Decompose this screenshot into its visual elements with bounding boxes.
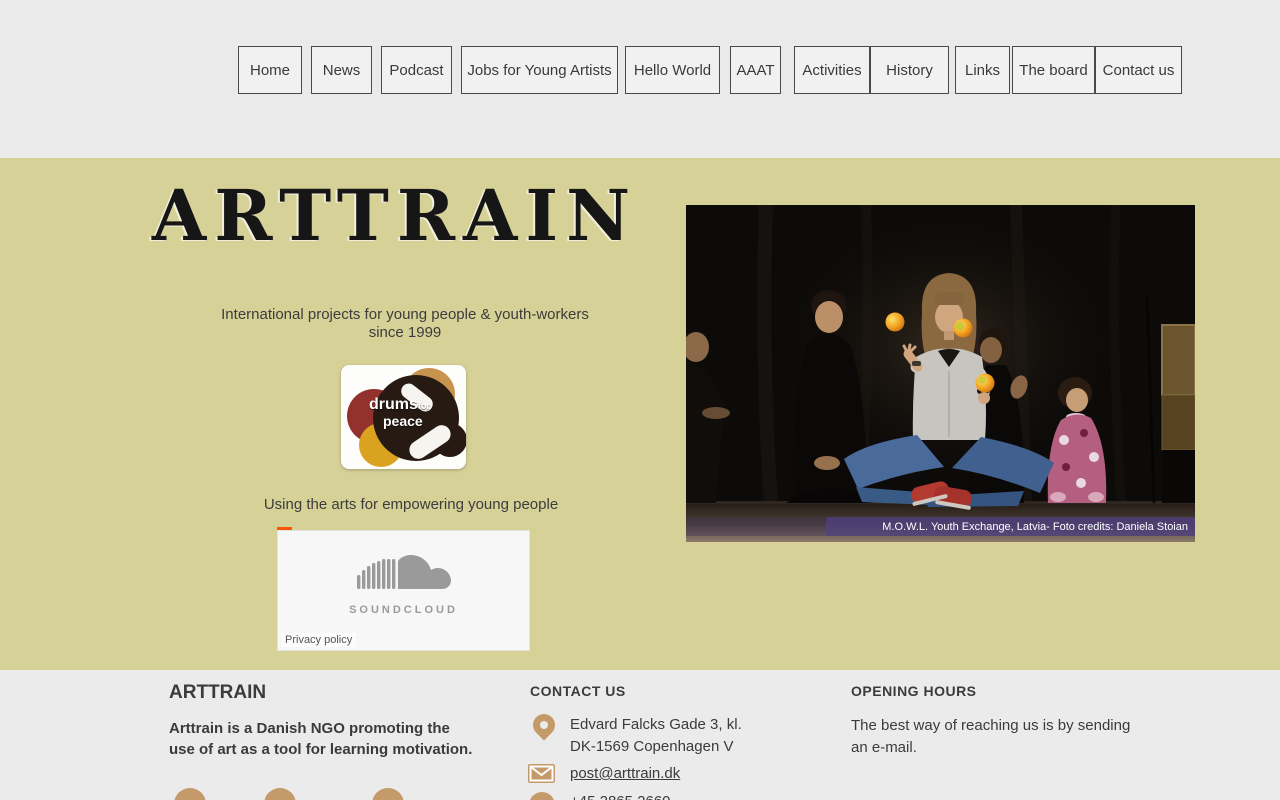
- social-icon[interactable]: [174, 788, 206, 800]
- hours-line2: an e-mail.: [851, 738, 917, 756]
- privacy-policy-link[interactable]: Privacy policy: [281, 633, 357, 647]
- juggler-photo-illustration: M.O.W.L. Youth Exchange, Latvia- Foto cr…: [686, 205, 1195, 542]
- nav-item-the-board[interactable]: The board: [1012, 46, 1095, 94]
- soundcloud-logo-block: SOUNDCLOUD: [278, 549, 529, 616]
- nav-item-news[interactable]: News: [311, 46, 372, 94]
- nav-item-podcast[interactable]: Podcast: [381, 46, 452, 94]
- address-line1: Edvard Falcks Gade 3, kl.: [570, 716, 742, 733]
- map-pin-icon: [528, 709, 560, 741]
- email-link[interactable]: post@arttrain.dk: [570, 763, 680, 785]
- tagline: International projects for young people …: [140, 306, 670, 341]
- nav-item-jobs-for-young-artists[interactable]: Jobs for Young Artists: [461, 46, 618, 94]
- drums-for-peace-logo: drumsfor peace: [341, 365, 466, 469]
- photo-caption: M.O.W.L. Youth Exchange, Latvia- Foto cr…: [882, 521, 1188, 533]
- nav-item-home[interactable]: Home: [238, 46, 302, 94]
- footer-brand-description: Arttrain is a Danish NGO promoting the u…: [169, 718, 472, 760]
- soundcloud-widget[interactable]: SOUNDCLOUD Privacy policy: [277, 530, 530, 651]
- main-navigation: Home News Podcast Jobs for Young Artists…: [238, 46, 1182, 94]
- peace-word: peace: [383, 413, 423, 429]
- soundcloud-brand-text: SOUNDCLOUD: [349, 604, 458, 616]
- phone-icon: [529, 792, 555, 800]
- for-word: for: [417, 401, 430, 411]
- drums-word: drums: [369, 396, 418, 413]
- soundcloud-cloud-icon: [356, 555, 451, 589]
- hero-photo-juggler: M.O.W.L. Youth Exchange, Latvia- Foto cr…: [686, 205, 1195, 542]
- nav-item-aaat[interactable]: AAAT: [730, 46, 781, 94]
- contact-us-heading: CONTACT US: [530, 683, 626, 699]
- opening-hours-text: The best way of reaching us is by sendin…: [851, 715, 1130, 758]
- subtitle: Using the arts for empowering young peop…: [263, 496, 559, 513]
- footer: ARTTRAIN Arttrain is a Danish NGO promot…: [0, 670, 1280, 800]
- hero-section: ARTTRAIN International projects for youn…: [0, 158, 1280, 670]
- envelope-icon: [528, 764, 555, 783]
- nav-item-contact-us[interactable]: Contact us: [1095, 46, 1182, 94]
- phone-number: +45 2865 2660: [570, 791, 671, 800]
- address-line2: DK-1569 Copenhagen V: [570, 737, 734, 755]
- nav-item-links[interactable]: Links: [955, 46, 1010, 94]
- footer-brand-title: ARTTRAIN: [169, 682, 267, 703]
- header-bar: Home News Podcast Jobs for Young Artists…: [0, 0, 1280, 158]
- site-logo-title: ARTTRAIN: [151, 174, 639, 257]
- hours-line1: The best way of reaching us is by sendin…: [851, 717, 1131, 734]
- opening-hours-heading: OPENING HOURS: [851, 683, 977, 699]
- social-icon[interactable]: [372, 788, 404, 800]
- social-icon[interactable]: [264, 788, 296, 800]
- tagline-line2: since 1999: [368, 323, 442, 341]
- drums-logo-text: drumsfor peace: [369, 397, 449, 429]
- nav-item-hello-world[interactable]: Hello World: [625, 46, 720, 94]
- footer-brand-desc-line1: Arttrain is a Danish NGO promoting the: [169, 720, 450, 737]
- nav-item-history[interactable]: History: [870, 46, 949, 94]
- tagline-line1: International projects for young people …: [221, 306, 589, 323]
- footer-brand-desc-line2: use of art as a tool for learning motiva…: [169, 741, 473, 758]
- nav-item-activities[interactable]: Activities: [794, 46, 870, 94]
- contact-address: Edvard Falcks Gade 3, kl. DK-1569 Copenh…: [570, 714, 742, 757]
